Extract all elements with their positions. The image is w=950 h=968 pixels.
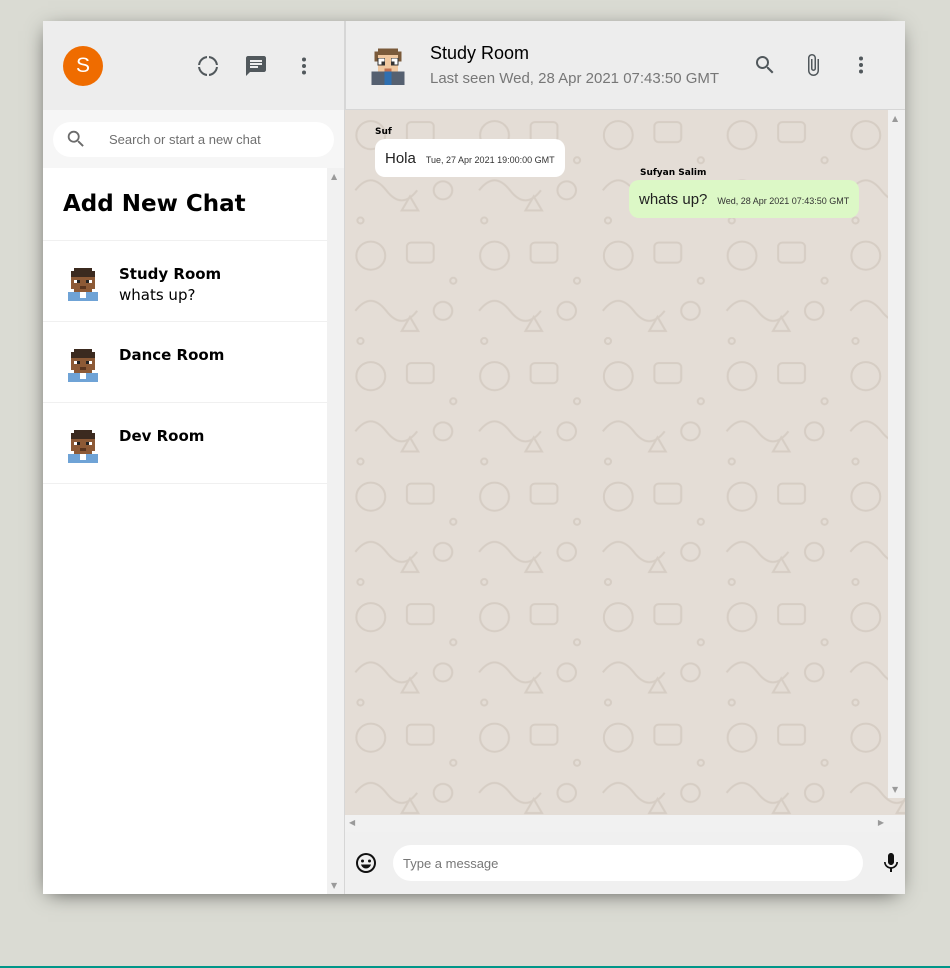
- chat-search-button[interactable]: [746, 46, 784, 84]
- avatar: [68, 349, 98, 382]
- message-input[interactable]: [393, 845, 863, 881]
- chat-info: Dance Room: [119, 340, 224, 367]
- message-time: Wed, 28 Apr 2021 07:43:50 GMT: [717, 196, 850, 206]
- scroll-right-arrow-icon[interactable]: ▶: [878, 818, 884, 827]
- chat-name: Dance Room: [119, 346, 225, 364]
- attach-button[interactable]: [794, 46, 832, 84]
- message-sender: Suf: [375, 127, 392, 137]
- scroll-left-arrow-icon[interactable]: ◀: [349, 818, 355, 827]
- room-avatar[interactable]: [368, 45, 408, 85]
- sidebar-scrollbar[interactable]: ▲ ▼: [327, 168, 344, 894]
- search-box: [53, 121, 334, 157]
- chat-item-dev-room[interactable]: Dev Room: [43, 403, 327, 484]
- emoji-button[interactable]: [347, 844, 385, 882]
- sidebar-menu-button[interactable]: [285, 47, 323, 85]
- scroll-down-arrow-icon[interactable]: ▼: [892, 785, 898, 794]
- status-icon: [198, 55, 218, 76]
- chat-info: Study Room whats up?: [119, 259, 221, 304]
- chat-item-dance-room[interactable]: Dance Room: [43, 322, 327, 403]
- chat-horizontal-scrollbar[interactable]: ◀ ▶: [345, 815, 905, 832]
- more-vert-icon: [859, 56, 863, 74]
- scroll-up-arrow-icon[interactable]: ▲: [331, 172, 337, 181]
- chat-header-icons: [746, 46, 880, 84]
- chat-body-wrap: Suf Hola Tue, 27 Apr 2021 19:00:00 GMT S…: [345, 110, 905, 832]
- chat-menu-button[interactable]: [842, 46, 880, 84]
- chat-panel: Study Room Last seen Wed, 28 Apr 2021 07…: [345, 21, 905, 894]
- chat-header: Study Room Last seen Wed, 28 Apr 2021 07…: [345, 21, 905, 110]
- search-input[interactable]: [109, 131, 309, 147]
- scroll-up-arrow-icon[interactable]: ▲: [892, 114, 898, 123]
- search-icon: [67, 130, 84, 147]
- chat-scrollbar[interactable]: ▲ ▼: [888, 110, 905, 798]
- attach-icon: [808, 54, 819, 76]
- message-bubble: whats up? Wed, 28 Apr 2021 07:43:50 GMT: [629, 180, 860, 218]
- chat-item-study-room[interactable]: Study Room whats up?: [43, 241, 327, 322]
- chat-list-container: Add New Chat Study Room whats up? Dance …: [43, 168, 344, 894]
- chat-name: Study Room: [119, 265, 222, 283]
- chat-footer: [345, 832, 905, 894]
- mic-button[interactable]: [877, 844, 905, 882]
- message-text: whats up?: [639, 191, 708, 208]
- add-new-chat-button[interactable]: Add New Chat: [43, 168, 327, 241]
- mic-icon: [884, 853, 898, 872]
- new-chat-button[interactable]: [237, 47, 275, 85]
- chat-body: Suf Hola Tue, 27 Apr 2021 19:00:00 GMT S…: [345, 110, 905, 815]
- chat-icon: [246, 55, 266, 76]
- user-avatar[interactable]: S: [63, 45, 103, 86]
- search-bar: [43, 110, 344, 168]
- search-icon: [756, 56, 774, 74]
- last-seen: Last seen Wed, 28 Apr 2021 07:43:50 GMT: [430, 70, 720, 87]
- message-bubble: Hola Tue, 27 Apr 2021 19:00:00 GMT: [375, 139, 565, 177]
- message-time: Tue, 27 Apr 2021 19:00:00 GMT: [425, 155, 555, 165]
- sidebar: S Search or start a new chat Add New Cha…: [43, 21, 345, 894]
- chat-info: Dev Room: [119, 421, 204, 448]
- app-window: S Search or start a new chat Add New Cha…: [43, 21, 905, 894]
- message-text: Hola: [385, 150, 416, 167]
- status-button[interactable]: [189, 47, 227, 85]
- chat-last-message: whats up?: [119, 286, 196, 304]
- message: Suf Hola Tue, 27 Apr 2021 19:00:00 GMT: [375, 127, 565, 177]
- avatar: [68, 268, 98, 301]
- emoji-icon: [356, 853, 376, 873]
- chat-list: Add New Chat Study Room whats up? Dance …: [43, 168, 327, 894]
- chat-name: Dev Room: [119, 427, 205, 445]
- sidebar-header: S: [43, 21, 344, 110]
- room-title: Study Room: [430, 43, 530, 63]
- chat-header-info: Study Room Last seen Wed, 28 Apr 2021 07…: [430, 43, 719, 87]
- scroll-down-arrow-icon[interactable]: ▼: [331, 881, 337, 890]
- avatar: [68, 430, 98, 463]
- message-sender: Sufyan Salim: [640, 168, 707, 178]
- message: Sufyan Salim whats up? Wed, 28 Apr 2021 …: [629, 168, 860, 218]
- sidebar-header-icons: [189, 47, 323, 85]
- more-vert-icon: [302, 57, 306, 74]
